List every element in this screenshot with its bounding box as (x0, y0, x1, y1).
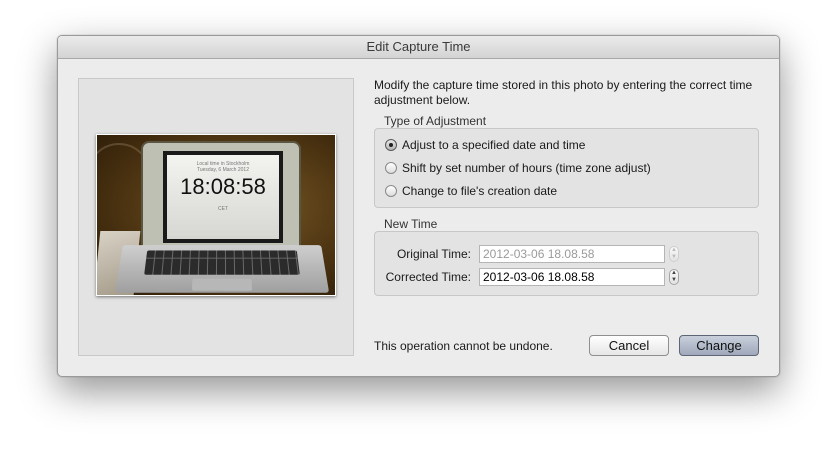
radio-option-label: Adjust to a specified date and time (402, 138, 586, 152)
original-time-label: Original Time: (396, 247, 471, 261)
corrected-time-stepper[interactable]: ▲ ▼ (669, 269, 679, 285)
corrected-time-label: Corrected Time: (385, 270, 471, 284)
photo-screen-line3: CET (218, 206, 228, 212)
edit-capture-time-dialog: Edit Capture Time Local time in Stockhol… (57, 35, 780, 377)
original-time-stepper: ▲ ▼ (669, 246, 679, 262)
original-time-field (479, 245, 665, 263)
stepper-down-icon[interactable]: ▼ (670, 277, 678, 284)
photo-preview-panel: Local time in Stockholm Tuesday, 6 March… (78, 78, 354, 356)
original-time-row: Original Time: ▲ ▼ (375, 244, 679, 264)
new-time-group: Original Time: ▲ ▼ Corrected Time: ▲ ▼ (374, 231, 759, 296)
photo-thumbnail: Local time in Stockholm Tuesday, 6 March… (96, 134, 336, 296)
radio-option-label: Shift by set number of hours (time zone … (402, 161, 651, 175)
radio-option-file-creation[interactable]: Change to file's creation date (385, 183, 557, 199)
photo-screen-clock: 18:08:58 (180, 174, 266, 199)
radio-option-shift-hours[interactable]: Shift by set number of hours (time zone … (385, 160, 651, 176)
radio-option-label: Change to file's creation date (402, 184, 558, 198)
dialog-description: Modify the capture time stored in this p… (374, 78, 753, 107)
new-time-label: New Time (384, 217, 438, 231)
photo-laptop-screen: Local time in Stockholm Tuesday, 6 March… (163, 151, 283, 243)
radio-option-specified-date[interactable]: Adjust to a specified date and time (385, 137, 585, 153)
photo-laptop-trackpad (191, 278, 253, 291)
photo-laptop-keyboard (144, 250, 300, 275)
stepper-up-icon: ▲ (671, 247, 677, 253)
corrected-time-field[interactable] (479, 268, 665, 286)
corrected-time-row: Corrected Time: ▲ ▼ (375, 267, 679, 287)
radio-unselected-icon[interactable] (385, 162, 397, 174)
photo-laptop-lid: Local time in Stockholm Tuesday, 6 March… (141, 141, 301, 249)
photo-screen-line2: Tuesday, 6 March 2012 (197, 167, 249, 173)
dialog-title: Edit Capture Time (58, 36, 779, 59)
undo-warning: This operation cannot be undone. (374, 339, 553, 353)
photo-laptop-base (114, 245, 330, 293)
stepper-down-icon: ▼ (671, 254, 677, 260)
stepper-up-icon[interactable]: ▲ (670, 270, 678, 277)
adjustment-type-label: Type of Adjustment (384, 114, 487, 128)
adjustment-type-group: Adjust to a specified date and time Shif… (374, 128, 759, 208)
cancel-button[interactable]: Cancel (589, 335, 669, 356)
radio-selected-icon[interactable] (385, 139, 397, 151)
change-button[interactable]: Change (679, 335, 759, 356)
radio-unselected-icon[interactable] (385, 185, 397, 197)
